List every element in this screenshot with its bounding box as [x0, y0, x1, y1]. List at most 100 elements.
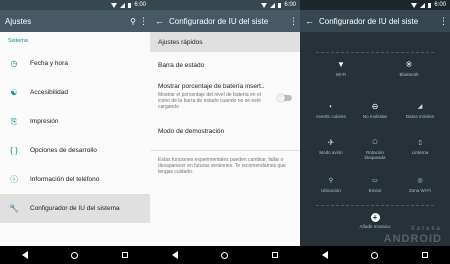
system-ui-tuner-screen: 6:00 ← Configurador de IU del siste ⋮ Aj… [150, 0, 300, 264]
tile-invert-colors[interactable]: ◐ Invertir colores [311, 102, 351, 119]
tile-mobile-data[interactable]: ◢ Datos móviles [400, 102, 440, 119]
status-bar: 6:00 [0, 0, 150, 10]
overflow-menu-icon[interactable]: ⋮ [289, 16, 298, 27]
battery-icon [428, 2, 432, 8]
page-title: Configurador de IU del siste [169, 16, 269, 26]
recents-nav-icon[interactable] [272, 252, 279, 258]
signal-icon [120, 2, 126, 8]
experimental-note: Estas funciones experimentales pueden ca… [158, 157, 286, 175]
battery-icon [278, 2, 282, 8]
battery-icon [128, 2, 132, 8]
battery-percentage-item[interactable]: Mostrar porcentaje de batería insert.. M… [150, 78, 300, 118]
printer-icon: ⎘ [10, 116, 18, 126]
clock-icon: ◷ [10, 58, 18, 68]
overflow-menu-icon[interactable]: ⋮ [139, 16, 148, 27]
invert-colors-icon: ◐ [329, 104, 333, 110]
tile-divider [316, 205, 434, 206]
tile-rotation-lock[interactable]: ⎔ Rotación bloqueada [355, 138, 395, 160]
back-nav-icon[interactable] [321, 251, 328, 259]
status-bar-item[interactable]: Barra de estado [150, 52, 300, 78]
tile-label: Rotación bloqueada [364, 150, 386, 160]
tile-label: Linterna [411, 150, 429, 155]
tile-cast[interactable]: ▭ Enviar [355, 176, 395, 193]
settings-item-label: Accesibilidad [30, 89, 68, 96]
settings-screen: 6:00 Ajustes ⚲ ⋮ Sistema ◷ Fecha y hora … [0, 0, 150, 264]
app-bar: ← Configurador de IU del siste ⋮ [300, 10, 450, 32]
page-title: Configurador de IU del siste [319, 16, 419, 26]
demo-mode-label: Modo de demostración [158, 127, 225, 135]
tile-label: No molestar [362, 114, 388, 119]
signal-icon [420, 2, 426, 8]
airplane-icon: ✈ [327, 138, 335, 147]
code-braces-icon: { } [10, 145, 18, 155]
wifi-status-icon [111, 2, 118, 8]
section-header: Sistema [8, 38, 28, 44]
battery-percentage-toggle[interactable] [277, 94, 292, 102]
tile-wifi[interactable]: ▼ Wi-Fi [321, 60, 361, 77]
back-arrow-icon[interactable]: ← [305, 16, 319, 26]
settings-item-developer-options[interactable]: { } Opciones de desarrollo [0, 136, 150, 165]
quick-settings-editor-screen: 6:00 ← Configurador de IU del siste ⋮ ▼ … [300, 0, 450, 264]
watermark-logo: Xataka ANDROID [383, 226, 442, 245]
flashlight-icon: ▯ [418, 140, 422, 146]
settings-item-label: Fecha y hora [30, 60, 68, 67]
settings-item-label: Información del teléfono [30, 176, 100, 183]
battery-percentage-desc: Mostrar el porcentaje del nivel de bater… [158, 92, 261, 110]
tile-label: Datos móviles [405, 114, 435, 119]
clock: 6:00 [434, 2, 446, 8]
recents-nav-icon[interactable] [422, 252, 429, 258]
quick-settings-label: Ajustes rápidos [158, 38, 203, 46]
accessibility-icon: ☯ [10, 87, 18, 97]
tile-label: Zona Wi-Fi [408, 188, 431, 193]
wrench-icon: 🔧 [9, 203, 19, 213]
tile-label: Ubicación [321, 188, 341, 193]
home-nav-icon[interactable] [71, 251, 79, 259]
settings-item-label: Configurador de IU del sistema [30, 205, 120, 212]
quick-settings-item[interactable]: Ajustes rápidos [150, 32, 300, 52]
tile-divider [316, 52, 434, 53]
tile-label: Modo avión [319, 150, 343, 155]
status-bar: 6:00 [150, 0, 300, 10]
settings-item-date-time[interactable]: ◷ Fecha y hora [0, 49, 150, 78]
settings-item-about-phone[interactable]: ⓘ Información del teléfono [0, 165, 150, 194]
add-icon: + [370, 213, 380, 222]
cast-icon: ▭ [372, 178, 378, 184]
recents-nav-icon[interactable] [122, 252, 129, 258]
do-not-disturb-icon: ⊖ [371, 102, 379, 111]
hotspot-icon: ◎ [417, 178, 423, 184]
settings-item-label: Impresión [30, 118, 59, 125]
tile-flashlight[interactable]: ▯ Linterna [400, 138, 440, 155]
app-bar: ← Configurador de IU del siste ⋮ [150, 10, 300, 32]
navigation-bar [300, 246, 450, 264]
back-arrow-icon[interactable]: ← [155, 16, 169, 26]
navigation-bar [150, 246, 300, 264]
wifi-status-icon [261, 2, 268, 8]
status-bar-label: Barra de estado [158, 61, 205, 69]
tile-label: Wi-Fi [335, 72, 347, 77]
home-nav-icon[interactable] [371, 251, 379, 259]
tile-hotspot[interactable]: ◎ Zona Wi-Fi [400, 176, 440, 193]
tile-location[interactable]: ⚲ Ubicación [311, 176, 351, 193]
app-bar: Ajustes ⚲ ⋮ [0, 10, 150, 32]
settings-item-accessibility[interactable]: ☯ Accesibilidad [0, 78, 150, 107]
wifi-icon: ▼ [337, 60, 345, 69]
tile-bluetooth[interactable]: ※ Bluetooth [389, 60, 429, 77]
back-nav-icon[interactable] [21, 251, 28, 259]
back-nav-icon[interactable] [171, 251, 178, 259]
demo-mode-item[interactable]: Modo de demostración [150, 118, 300, 144]
search-icon[interactable]: ⚲ [127, 17, 139, 26]
home-nav-icon[interactable] [221, 251, 229, 259]
settings-item-label: Opciones de desarrollo [30, 147, 97, 154]
mobile-data-icon: ◢ [417, 104, 423, 110]
tile-label: Bluetooth [399, 72, 419, 77]
tile-airplane-mode[interactable]: ✈ Modo avión [311, 138, 351, 155]
bluetooth-icon: ※ [405, 60, 413, 69]
status-bar: 6:00 [300, 0, 450, 10]
overflow-menu-icon[interactable]: ⋮ [439, 16, 448, 27]
settings-item-system-ui-tuner[interactable]: 🔧 Configurador de IU del sistema [0, 194, 150, 223]
battery-percentage-title: Mostrar porcentaje de batería insert.. [158, 83, 265, 90]
settings-item-printing[interactable]: ⎘ Impresión [0, 107, 150, 136]
info-icon: ⓘ [10, 174, 18, 184]
tile-do-not-disturb[interactable]: ⊖ No molestar [355, 102, 395, 119]
clock: 6:00 [284, 2, 296, 8]
